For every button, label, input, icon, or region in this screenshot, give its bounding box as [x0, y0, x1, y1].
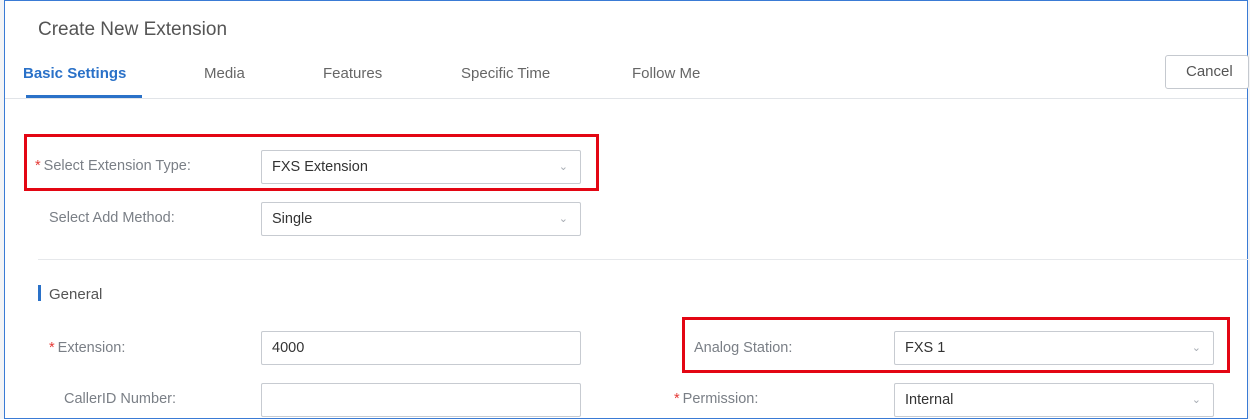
analog-station-label: Analog Station: [694, 340, 793, 356]
chevron-down-icon: ⌄ [558, 213, 568, 225]
required-marker: * [35, 158, 41, 174]
required-marker: * [49, 340, 55, 356]
section-divider [38, 259, 1248, 260]
chevron-down-icon: ⌄ [558, 161, 568, 173]
chevron-down-icon: ⌄ [1191, 342, 1201, 354]
page-title: Create New Extension [38, 19, 228, 40]
add-method-value: Single [272, 211, 313, 227]
extension-label: * Extension: [49, 340, 126, 356]
tabs-divider [5, 98, 1247, 99]
tab-specific-time[interactable]: Specific Time [461, 65, 550, 82]
section-general-heading: General [38, 285, 102, 303]
extension-type-value: FXS Extension [272, 159, 368, 175]
permission-label: * Permission: [674, 391, 759, 407]
tab-follow-me[interactable]: Follow Me [632, 65, 700, 82]
analog-station-value: FXS 1 [905, 340, 946, 356]
permission-value: Internal [905, 392, 954, 408]
extension-type-label: * Select Extension Type: [35, 158, 191, 174]
extension-type-select[interactable]: FXS Extension ⌄ [261, 150, 581, 184]
callerid-number-label: CallerID Number: [64, 391, 176, 407]
tab-bar: Basic Settings Media Features Specific T… [5, 65, 1247, 97]
tab-media[interactable]: Media [204, 65, 245, 82]
analog-station-select[interactable]: FXS 1 ⌄ [894, 331, 1214, 365]
dialog-frame: Create New Extension Cancel Basic Settin… [4, 0, 1249, 419]
add-method-select[interactable]: Single ⌄ [261, 202, 581, 236]
callerid-number-input[interactable] [261, 383, 581, 417]
extension-input[interactable]: 4000 [261, 331, 581, 365]
section-marker [38, 285, 41, 301]
tab-features[interactable]: Features [323, 65, 382, 82]
chevron-down-icon: ⌄ [1191, 394, 1201, 406]
permission-select[interactable]: Internal ⌄ [894, 383, 1214, 417]
required-marker: * [674, 391, 680, 407]
tab-basic-settings[interactable]: Basic Settings [23, 65, 126, 82]
add-method-label: Select Add Method: [49, 210, 175, 226]
